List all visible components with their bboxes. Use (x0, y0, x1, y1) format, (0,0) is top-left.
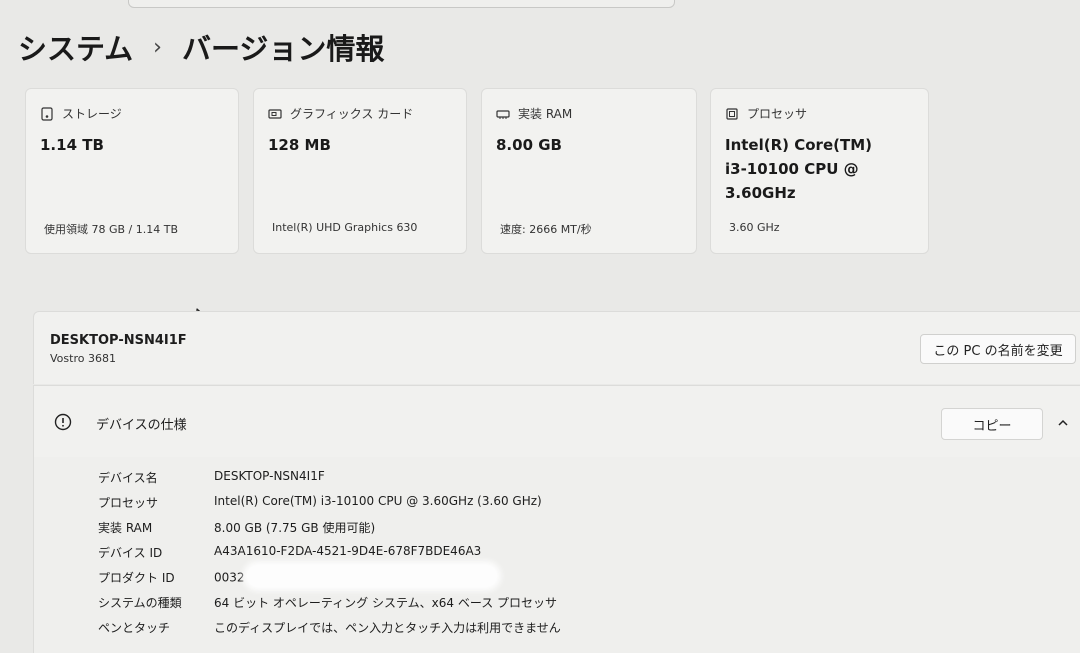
processor-card-title: プロセッサ (747, 107, 808, 121)
ram-card-sub: 速度: 2666 MT/秒 (500, 223, 592, 236)
search-box[interactable] (128, 0, 675, 8)
spec-label: デバイス ID (98, 546, 163, 560)
spec-label: 実装 RAM (98, 521, 153, 535)
info-icon (54, 413, 72, 431)
processor-card: プロセッサ Intel(R) Core(TM) i3-10100 CPU @ 3… (710, 88, 929, 254)
redaction-overlay (246, 565, 497, 587)
copy-button[interactable]: コピー (941, 408, 1043, 440)
storage-card-title: ストレージ (62, 107, 122, 121)
spec-row-product-id: プロダクト ID 0032 (98, 565, 497, 587)
storage-icon (41, 106, 53, 121)
graphics-card-title: グラフィックス カード (290, 107, 414, 121)
graphics-card-icon (268, 108, 282, 119)
spec-value: 64 ビット オペレーティング システム、x64 ベース プロセッサ (214, 596, 558, 610)
graphics-card-value: 128 MB (268, 136, 331, 154)
product-id-value: 0032 (214, 570, 245, 585)
processor-line-1: Intel(R) Core(TM) (725, 136, 872, 154)
graphics-card: グラフィックス カード 128 MB Intel(R) UHD Graphics… (253, 88, 467, 254)
spec-row-device-name: デバイス名 DESKTOP-NSN4I1F (98, 469, 325, 486)
processor-card-sub: 3.60 GHz (729, 221, 780, 234)
spec-value: 8.00 GB (7.75 GB 使用可能) (214, 521, 376, 535)
device-panel: DESKTOP-NSN4I1F Vostro 3681 この PC の名前を変更 (33, 311, 1080, 384)
chevron-up-icon[interactable] (1056, 416, 1070, 430)
spec-row-processor: プロセッサ Intel(R) Core(TM) i3-10100 CPU @ 3… (98, 494, 542, 511)
spec-value: DESKTOP-NSN4I1F (214, 469, 325, 483)
spec-row-device-id: デバイス ID A43A1610-F2DA-4521-9D4E-678F7BDE… (98, 544, 481, 561)
storage-card-sub: 使用領域 78 GB / 1.14 TB (44, 223, 179, 236)
ram-card: 実装 RAM 8.00 GB 速度: 2666 MT/秒 (481, 88, 697, 254)
ram-card-value: 8.00 GB (496, 136, 562, 154)
processor-card-value: Intel(R) Core(TM) i3-10100 CPU @ 3.60GHz (725, 133, 872, 205)
spec-row-pen-touch: ペンとタッチ このディスプレイでは、ペン入力とタッチ入力は利用できません (98, 619, 561, 636)
spec-row-ram: 実装 RAM 8.00 GB (7.75 GB 使用可能) (98, 519, 375, 536)
spec-label: デバイス名 (98, 471, 158, 485)
breadcrumb: システム › バージョン情報 (18, 26, 384, 68)
device-specs-header[interactable]: デバイスの仕様 コピー (33, 385, 1080, 458)
spec-row-system-type: システムの種類 64 ビット オペレーティング システム、x64 ベース プロセ… (98, 594, 557, 611)
storage-card: ストレージ 1.14 TB 使用領域 78 GB / 1.14 TB (25, 88, 239, 254)
spec-value: 0032 (214, 565, 497, 587)
device-model: Vostro 3681 (50, 352, 116, 365)
graphics-card-sub: Intel(R) UHD Graphics 630 (272, 221, 418, 234)
device-specs-body: デバイス名 DESKTOP-NSN4I1F プロセッサ Intel(R) Cor… (33, 457, 1080, 653)
spec-value: Intel(R) Core(TM) i3-10100 CPU @ 3.60GHz… (214, 494, 542, 508)
device-specs-title: デバイスの仕様 (96, 418, 187, 433)
spec-label: システムの種類 (98, 596, 182, 610)
processor-line-2: i3-10100 CPU @ (725, 160, 859, 178)
settings-window: システム › バージョン情報 ストレージ 1.14 TB 使用領域 78 GB … (0, 0, 1080, 653)
spec-label: プロダクト ID (98, 571, 175, 585)
device-name: DESKTOP-NSN4I1F (50, 333, 187, 348)
spec-label: ペンとタッチ (98, 621, 171, 635)
spec-value: A43A1610-F2DA-4521-9D4E-678F7BDE46A3 (214, 544, 482, 558)
spec-label: プロセッサ (98, 496, 159, 510)
processor-line-3: 3.60GHz (725, 184, 796, 202)
breadcrumb-parent[interactable]: システム (18, 26, 133, 68)
rename-pc-button[interactable]: この PC の名前を変更 (920, 334, 1076, 364)
processor-icon (726, 107, 738, 120)
spec-value: このディスプレイでは、ペン入力とタッチ入力は利用できません (214, 621, 561, 635)
breadcrumb-separator: › (153, 34, 162, 60)
storage-card-value: 1.14 TB (40, 136, 104, 154)
ram-icon (496, 109, 510, 119)
page-title: バージョン情報 (181, 32, 385, 66)
ram-card-title: 実装 RAM (518, 107, 573, 121)
